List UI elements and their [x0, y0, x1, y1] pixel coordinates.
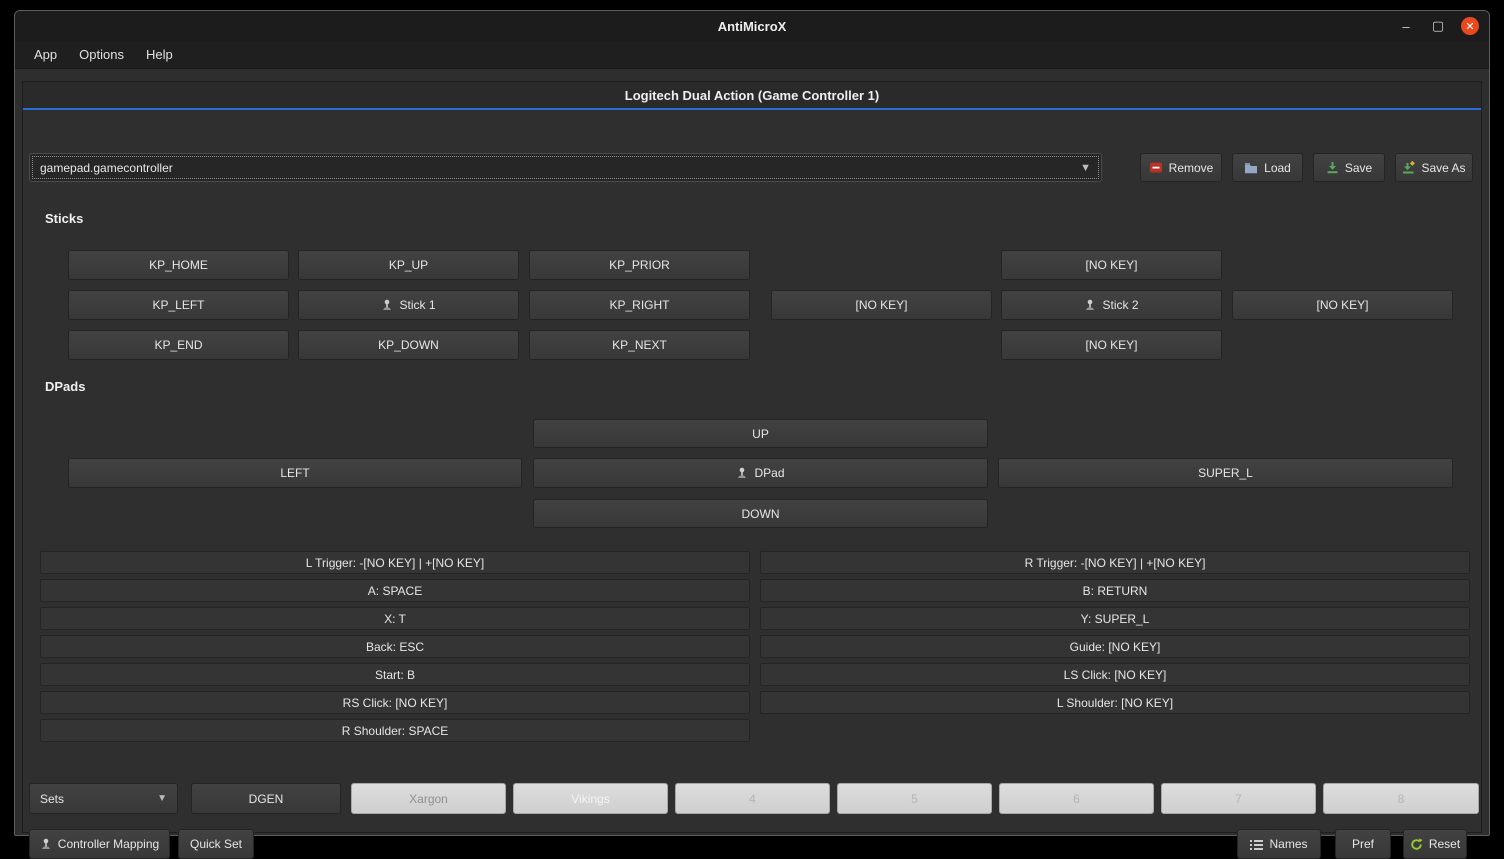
dpad-down-button[interactable]: DOWN	[533, 499, 988, 528]
stick1-up-button[interactable]: KP_UP	[298, 250, 519, 280]
sets-dropdown[interactable]: Sets ▼	[29, 783, 178, 814]
stick1-down-right-button[interactable]: KP_NEXT	[529, 330, 750, 360]
set-button[interactable]: 8	[1323, 783, 1479, 814]
back-button[interactable]: Back: ESC	[40, 635, 750, 658]
joystick-icon	[381, 299, 393, 311]
names-button-label: Names	[1269, 837, 1307, 851]
save-button[interactable]: Save	[1313, 153, 1385, 182]
stick2-button[interactable]: Stick 2	[1001, 290, 1222, 320]
save-icon	[1326, 161, 1339, 174]
dpads-section-label: DPads	[45, 379, 85, 394]
dpad-left-button[interactable]: LEFT	[68, 458, 522, 488]
controller-panel: gamepad.gamecontroller ▼ Remove Load Sav…	[23, 112, 1481, 832]
list-icon	[1250, 839, 1263, 850]
stick1-down-button[interactable]: KP_DOWN	[298, 330, 519, 360]
stick1-button[interactable]: Stick 1	[298, 290, 519, 320]
start-button[interactable]: Start: B	[40, 663, 750, 686]
controller-tab-widget: Logitech Dual Action (Game Controller 1)…	[22, 81, 1482, 833]
window-controls: – ▢ ✕	[1397, 11, 1479, 41]
guide-button[interactable]: Guide: [NO KEY]	[760, 635, 1470, 658]
controller-mapping-button[interactable]: Controller Mapping	[29, 829, 170, 859]
b-button[interactable]: B: RETURN	[760, 579, 1470, 602]
maximize-icon[interactable]: ▢	[1429, 17, 1447, 35]
remove-icon	[1149, 161, 1163, 174]
controller-tab-title: Logitech Dual Action (Game Controller 1)	[625, 88, 879, 103]
joystick-icon	[40, 838, 52, 850]
stick1-button-label: Stick 1	[399, 298, 435, 312]
r-shoulder-button[interactable]: R Shoulder: SPACE	[40, 719, 750, 742]
profile-combobox[interactable]: gamepad.gamecontroller ▼	[29, 153, 1102, 182]
profile-combobox-value: gamepad.gamecontroller	[40, 161, 173, 175]
set-button[interactable]: 6	[999, 783, 1154, 814]
stick1-left-button[interactable]: KP_LEFT	[68, 290, 289, 320]
title-bar: AntiMicroX – ▢ ✕	[15, 11, 1489, 41]
sticks-section-label: Sticks	[45, 211, 83, 226]
stick2-left-button[interactable]: [NO KEY]	[771, 290, 992, 320]
set-button-active[interactable]: DGEN	[191, 783, 341, 814]
reset-button[interactable]: Reset	[1403, 829, 1467, 859]
remove-button[interactable]: Remove	[1140, 153, 1222, 182]
names-button[interactable]: Names	[1237, 829, 1321, 859]
chevron-down-icon: ▼	[157, 793, 167, 804]
save-as-button[interactable]: Save As	[1395, 153, 1473, 182]
a-button[interactable]: A: SPACE	[40, 579, 750, 602]
y-button[interactable]: Y: SUPER_L	[760, 607, 1470, 630]
load-button-label: Load	[1264, 161, 1291, 175]
controller-tab[interactable]: Logitech Dual Action (Game Controller 1)	[23, 82, 1481, 110]
dpad-right-button[interactable]: SUPER_L	[998, 458, 1453, 488]
stick1-up-left-button[interactable]: KP_HOME	[68, 250, 289, 280]
set-button[interactable]: 5	[837, 783, 992, 814]
joystick-icon	[1084, 299, 1096, 311]
app-window: AntiMicroX – ▢ ✕ App Options Help Logite…	[14, 10, 1490, 836]
quick-set-button[interactable]: Quick Set	[178, 829, 254, 859]
minimize-icon[interactable]: –	[1397, 17, 1415, 35]
l-trigger-button[interactable]: L Trigger: -[NO KEY] | +[NO KEY]	[40, 551, 750, 574]
window-title: AntiMicroX	[718, 19, 787, 34]
menu-options[interactable]: Options	[68, 43, 135, 66]
save-as-icon	[1402, 161, 1415, 174]
stick2-right-button[interactable]: [NO KEY]	[1232, 290, 1453, 320]
load-button[interactable]: Load	[1232, 153, 1303, 182]
chevron-down-icon: ▼	[1080, 162, 1091, 174]
dpad-button-label: DPad	[754, 466, 784, 480]
dpad-up-button[interactable]: UP	[533, 419, 988, 448]
menu-app[interactable]: App	[23, 43, 68, 66]
stick2-button-label: Stick 2	[1102, 298, 1138, 312]
stick1-down-left-button[interactable]: KP_END	[68, 330, 289, 360]
set-button[interactable]: Vikings	[513, 783, 668, 814]
close-icon[interactable]: ✕	[1461, 17, 1479, 35]
r-trigger-button[interactable]: R Trigger: -[NO KEY] | +[NO KEY]	[760, 551, 1470, 574]
set-button[interactable]: 7	[1161, 783, 1316, 814]
stick1-right-button[interactable]: KP_RIGHT	[529, 290, 750, 320]
reset-button-label: Reset	[1429, 837, 1460, 851]
save-button-label: Save	[1345, 161, 1372, 175]
remove-button-label: Remove	[1169, 161, 1214, 175]
load-icon	[1244, 162, 1258, 174]
l-shoulder-button[interactable]: L Shoulder: [NO KEY]	[760, 691, 1470, 714]
save-as-button-label: Save As	[1421, 161, 1465, 175]
set-button[interactable]: 4	[675, 783, 830, 814]
stick1-up-right-button[interactable]: KP_PRIOR	[529, 250, 750, 280]
sets-dropdown-label: Sets	[40, 792, 64, 806]
menu-help[interactable]: Help	[135, 43, 184, 66]
menu-bar: App Options Help	[15, 41, 1489, 69]
set-button[interactable]: Xargon	[351, 783, 506, 814]
dpad-button[interactable]: DPad	[533, 458, 988, 488]
joystick-icon	[736, 467, 748, 479]
ls-click-button[interactable]: LS Click: [NO KEY]	[760, 663, 1470, 686]
stick2-down-button[interactable]: [NO KEY]	[1001, 330, 1222, 360]
controller-mapping-label: Controller Mapping	[58, 837, 159, 851]
x-button[interactable]: X: T	[40, 607, 750, 630]
reset-icon	[1410, 838, 1423, 851]
stick2-up-button[interactable]: [NO KEY]	[1001, 250, 1222, 280]
pref-button[interactable]: Pref	[1335, 829, 1391, 859]
rs-click-button[interactable]: RS Click: [NO KEY]	[40, 691, 750, 714]
